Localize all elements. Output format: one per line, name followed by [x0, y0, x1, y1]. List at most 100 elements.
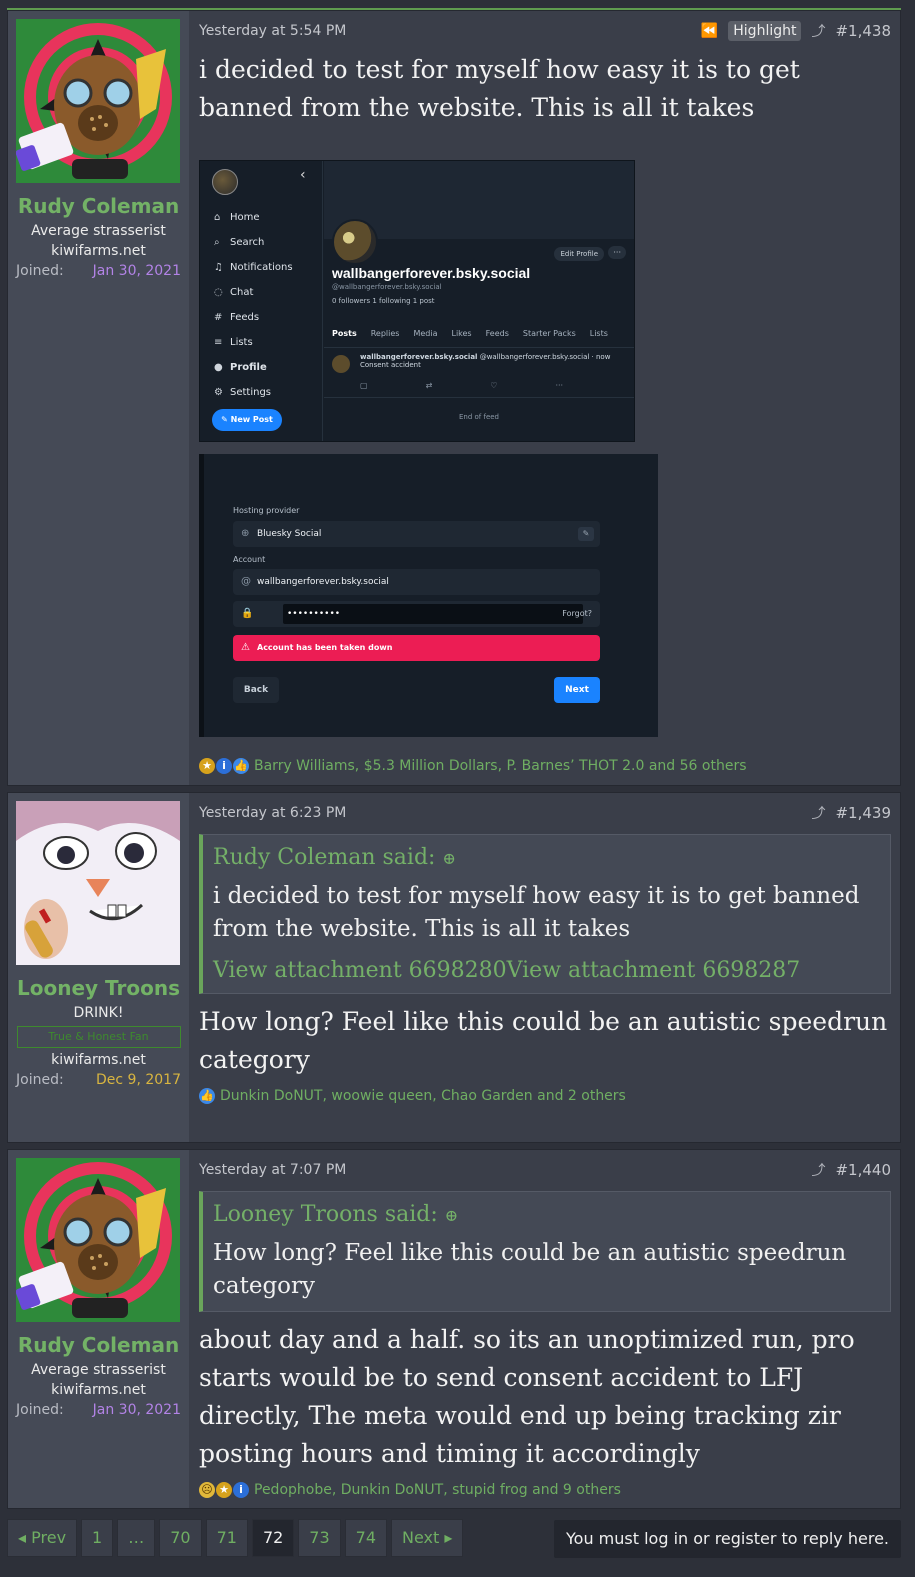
- search-icon: ⌕: [214, 237, 220, 248]
- user-title: Average strasserist: [31, 223, 166, 239]
- hosting-label: Hosting provider: [233, 506, 300, 515]
- page-72[interactable]: 72: [251, 1519, 295, 1557]
- page-1[interactable]: 1: [81, 1519, 114, 1557]
- reactions-list[interactable]: Barry Williams, $5.3 Million Dollars, P.…: [254, 758, 747, 774]
- prev-button[interactable]: ◂ Prev: [7, 1519, 78, 1557]
- share-icon[interactable]: ⤴: [811, 1160, 825, 1180]
- profile-tab-starter-packs: Starter Packs: [522, 329, 576, 338]
- page-71[interactable]: 71: [205, 1519, 248, 1557]
- post-number[interactable]: #1,438: [835, 22, 891, 40]
- more-icon: ···: [555, 381, 564, 390]
- bsky-nav-item-settings: ⚙ Settings: [214, 380, 293, 405]
- quote-author[interactable]: Looney Troons said: ⊕: [203, 1192, 890, 1233]
- cartoon-rabbit-avatar[interactable]: [16, 801, 180, 965]
- reactions-list[interactable]: Pedophobe, Dunkin DoNUT, stupid frog and…: [254, 1482, 621, 1498]
- bsky-nav-label: Lists: [230, 337, 253, 348]
- bsky-profile: Edit Profile ··· wallbangerforever.bsky.…: [324, 161, 634, 441]
- like-reaction-icon: 👍: [233, 758, 249, 774]
- profile-tab-replies: Replies: [370, 329, 400, 338]
- bsky-nav-item-search: ⌕ Search: [214, 230, 293, 255]
- post-1438: Rudy Coleman Average strasserist kiwifar…: [7, 10, 901, 786]
- arrow-up-circle-icon[interactable]: ⊕: [442, 849, 455, 868]
- next-button[interactable]: Next ▸: [391, 1519, 464, 1557]
- quote-block: Rudy Coleman said: ⊕ i decided to test f…: [199, 834, 891, 994]
- forgot-link: Forgot?: [562, 609, 592, 618]
- user-banner: True & Honest Fan: [16, 1026, 181, 1048]
- bsky-nav-label: Search: [230, 237, 265, 248]
- reply-icon: ▢: [360, 381, 368, 390]
- bsky-nav-item-lists: ≡ Lists: [214, 330, 293, 355]
- share-icon[interactable]: ⤴: [811, 21, 825, 41]
- page-73[interactable]: 73: [298, 1519, 341, 1557]
- joined-row: Joined: Jan 30, 2021: [16, 1402, 181, 1418]
- gas-mask-avatar[interactable]: [16, 1158, 180, 1322]
- username[interactable]: Rudy Coleman: [16, 1333, 181, 1357]
- login-notice[interactable]: You must log in or register to reply her…: [554, 1520, 901, 1558]
- gas-mask-avatar[interactable]: [16, 19, 180, 183]
- user-site: kiwifarms.net: [51, 243, 146, 259]
- reactions-bar[interactable]: ★ i 👍 Barry Williams, $5.3 Million Dolla…: [199, 754, 891, 778]
- page-70[interactable]: 70: [159, 1519, 202, 1557]
- quote-author-text[interactable]: Looney Troons said:: [213, 1202, 438, 1227]
- reactions-bar[interactable]: ☹ ★ i Pedophobe, Dunkin DoNUT, stupid fr…: [199, 1478, 891, 1502]
- bell-icon: ♫: [214, 262, 223, 273]
- joined-label: Joined:: [16, 1072, 64, 1088]
- bsky-nav-label: Home: [230, 212, 260, 223]
- post-1439: Looney Troons DRINK! True & Honest Fan k…: [7, 792, 901, 1143]
- caret-right-icon: ▸: [439, 1528, 453, 1547]
- bsky-nav-item-profile: ● Profile: [214, 355, 293, 380]
- page-74[interactable]: 74: [344, 1519, 388, 1557]
- pencil-icon: ✎: [578, 527, 594, 541]
- pagination: ◂ Prev 1… 70 71 72 73 74 Next ▸: [7, 1519, 464, 1557]
- reactions-list[interactable]: Dunkin DoNUT, woowie queen, Chao Garden …: [220, 1088, 626, 1104]
- feed-post-author: wallbangerforever.bsky.social: [360, 353, 478, 361]
- username[interactable]: Rudy Coleman: [16, 194, 181, 218]
- highlight-button[interactable]: Highlight: [728, 21, 802, 41]
- divider: [324, 397, 634, 398]
- lock-icon: 🔒: [241, 608, 254, 619]
- bsky-nav-item-home: ⌂ Home: [214, 205, 293, 230]
- caret-left-icon: ◂: [18, 1528, 32, 1547]
- profile-tab-likes: Likes: [451, 329, 472, 338]
- post-number[interactable]: #1,439: [835, 804, 891, 822]
- feed-post-actions: ▢ ⇄ ♡ ···: [360, 381, 563, 390]
- quote-author-text[interactable]: Rudy Coleman said:: [213, 845, 435, 870]
- post-number[interactable]: #1,440: [835, 1161, 891, 1179]
- post-meta: Yesterday at 5:54 PM ⏪ Highlight ⤴ #1,43…: [199, 11, 891, 51]
- attachment-bluesky-login[interactable]: Hosting provider ⊕ Bluesky Social ✎ Acco…: [199, 454, 658, 737]
- share-icon[interactable]: ⤴: [811, 803, 825, 823]
- attachment-bluesky-profile[interactable]: ‹ ⌂ Home ⌕ Search ♫ Notifications ◌ Chat # Feeds ≡…: [199, 160, 635, 442]
- profile-handle: wallbangerforever.bsky.social: [332, 265, 531, 281]
- medal-reaction-icon: ★: [216, 1482, 232, 1498]
- new-post-label: New Post: [230, 415, 273, 424]
- bsky-sidebar: ‹ ⌂ Home ⌕ Search ♫ Notifications ◌ Chat # Feeds ≡…: [200, 161, 323, 441]
- bsky-nav-item-notifications: ♫ Notifications: [214, 255, 293, 280]
- page-ellipsis[interactable]: …: [117, 1519, 156, 1557]
- joined-row: Joined: Jan 30, 2021: [16, 263, 181, 279]
- post-meta: Yesterday at 7:07 PM ⤴ #1,440: [199, 1150, 891, 1190]
- bsky-nav-label: Chat: [230, 287, 254, 298]
- joined-date: Dec 9, 2017: [96, 1072, 181, 1088]
- post-body: How long? Feel like this could be an aut…: [199, 1007, 888, 1074]
- bsky-nav-item-chat: ◌ Chat: [214, 280, 293, 305]
- heart-icon: ♡: [490, 381, 498, 390]
- post-avatar: [332, 355, 350, 373]
- home-icon: ⌂: [214, 212, 221, 223]
- hosting-field: ⊕ Bluesky Social ✎: [233, 521, 600, 547]
- account-value: wallbangerforever.bsky.social: [257, 577, 389, 587]
- username[interactable]: Looney Troons: [16, 976, 181, 1000]
- post-date[interactable]: Yesterday at 7:07 PM: [199, 1162, 811, 1178]
- hosting-value: Bluesky Social: [257, 529, 322, 539]
- chat-icon: ◌: [214, 287, 223, 298]
- feed-post-text: Consent accident: [360, 361, 421, 369]
- post-date[interactable]: Yesterday at 5:54 PM: [199, 23, 701, 39]
- user-cell: Rudy Coleman Average strasserist kiwifar…: [8, 1150, 189, 1508]
- reactions-bar[interactable]: 👍 Dunkin DoNUT, woowie queen, Chao Garde…: [199, 1084, 891, 1108]
- bsky-nav-label: Profile: [230, 362, 267, 373]
- post-date[interactable]: Yesterday at 6:23 PM: [199, 805, 811, 821]
- arrow-up-circle-icon[interactable]: ⊕: [445, 1206, 458, 1225]
- rewind-icon[interactable]: ⏪: [701, 23, 718, 39]
- error-text: Account has been taken down: [257, 643, 393, 652]
- quote-attachment-links[interactable]: View attachment 6698280View attachment 6…: [203, 954, 890, 993]
- quote-author[interactable]: Rudy Coleman said: ⊕: [203, 835, 890, 876]
